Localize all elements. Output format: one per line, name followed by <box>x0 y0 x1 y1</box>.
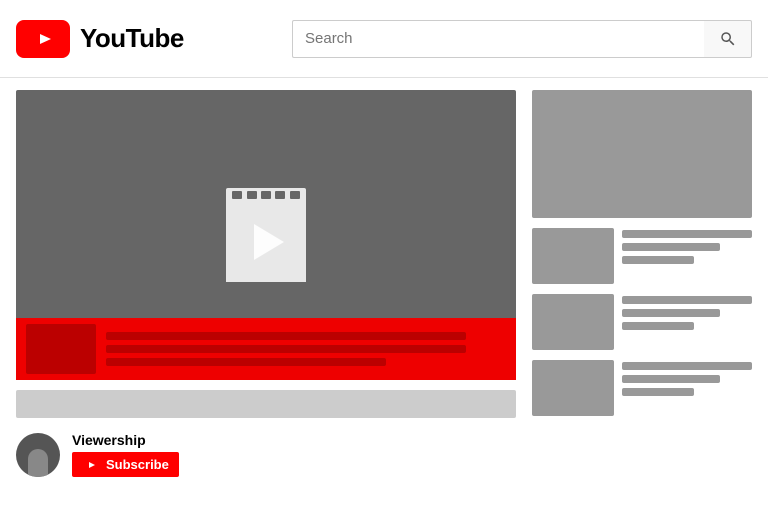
play-box <box>226 202 306 282</box>
rec-line-2a <box>622 296 752 304</box>
video-subtitle-line <box>106 345 466 353</box>
recommended-item-2 <box>532 294 752 350</box>
rec-lines-1 <box>622 228 752 264</box>
subscribe-label: Subscribe <box>106 457 169 472</box>
video-title-bar <box>16 390 516 418</box>
rec-thumbnail-3[interactable] <box>532 360 614 416</box>
rec-line-2b <box>622 309 720 317</box>
channel-row: Viewership Subscribe <box>16 428 516 481</box>
rec-line-1b <box>622 243 720 251</box>
featured-thumbnail[interactable] <box>532 90 752 218</box>
video-title-line <box>106 332 466 340</box>
logo-area: YouTube <box>16 20 184 58</box>
rec-lines-2 <box>622 294 752 330</box>
video-info-bar <box>16 318 516 380</box>
rec-line-1a <box>622 230 752 238</box>
recommended-item-3 <box>532 360 752 416</box>
logo-text: YouTube <box>80 23 184 54</box>
search-bar <box>292 20 752 58</box>
channel-name: Viewership <box>72 432 179 448</box>
youtube-logo-icon[interactable] <box>16 20 70 58</box>
subscribe-youtube-icon <box>82 459 100 471</box>
rec-line-2c <box>622 322 694 330</box>
recommended-item-1 <box>532 228 752 284</box>
channel-info: Viewership Subscribe <box>72 432 179 477</box>
rec-line-1c <box>622 256 694 264</box>
rec-lines-3 <box>622 360 752 396</box>
header: YouTube <box>0 0 768 78</box>
video-meta-line <box>106 358 386 366</box>
rec-thumbnail-2[interactable] <box>532 294 614 350</box>
search-button[interactable] <box>704 20 752 58</box>
rec-thumbnail-1[interactable] <box>532 228 614 284</box>
avatar-figure <box>28 449 48 477</box>
film-strip-icon <box>226 188 306 202</box>
search-input[interactable] <box>292 20 704 58</box>
search-icon <box>719 30 737 48</box>
rec-line-3b <box>622 375 720 383</box>
play-icon-wrap <box>226 188 306 282</box>
main-content: Viewership Subscribe <box>0 78 768 511</box>
right-column <box>532 90 752 499</box>
video-thumbnail <box>26 324 96 374</box>
left-column: Viewership Subscribe <box>16 90 516 499</box>
play-triangle-icon <box>254 224 284 260</box>
rec-line-3c <box>622 388 694 396</box>
channel-avatar[interactable] <box>16 433 60 477</box>
rec-line-3a <box>622 362 752 370</box>
video-player[interactable] <box>16 90 516 380</box>
subscribe-button[interactable]: Subscribe <box>72 452 179 477</box>
video-text-info <box>106 332 506 366</box>
